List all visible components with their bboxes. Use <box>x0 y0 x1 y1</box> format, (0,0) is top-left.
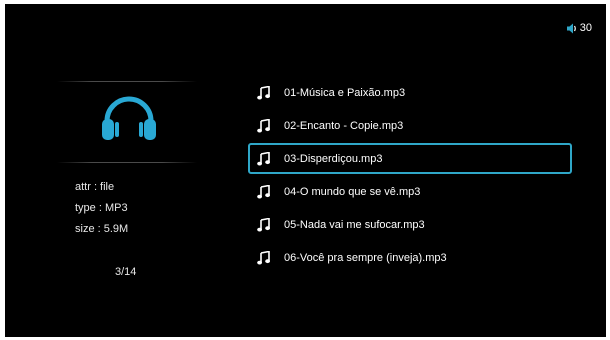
info-divider-bottom <box>57 162 197 163</box>
music-note-icon <box>257 250 270 264</box>
playlist-item-label: 06-Você pra sempre (inveja).mp3 <box>284 251 447 264</box>
headphones-icon <box>102 96 156 140</box>
playlist: 01-Música e Paixão.mp3 02-Encanto - Copi… <box>248 76 572 274</box>
playlist-item[interactable]: 01-Música e Paixão.mp3 <box>248 76 572 109</box>
file-size: size : 5.9M <box>75 223 129 235</box>
playlist-item[interactable]: 04-O mundo que se vê.mp3 <box>248 175 572 208</box>
playlist-item[interactable]: 06-Você pra sempre (inveja).mp3 <box>248 241 572 274</box>
playlist-item-label: 05-Nada vai me sufocar.mp3 <box>284 218 425 231</box>
music-note-icon <box>257 151 270 165</box>
playlist-item[interactable]: 02-Encanto - Copie.mp3 <box>248 109 572 142</box>
playlist-item-selected[interactable]: 03-Disperdiçou.mp3 <box>248 143 572 174</box>
info-divider-top <box>57 81 197 82</box>
volume-indicator: 30 <box>566 22 592 34</box>
file-info-panel: attr : file type : MP3 size : 5.9M <box>75 177 128 240</box>
music-note-icon <box>257 85 270 99</box>
playlist-item-label: 01-Música e Paixão.mp3 <box>284 86 406 99</box>
file-attr: attr : file <box>75 181 115 193</box>
media-player-screen: 30 attr : file type : MP3 size : 5.9M 3/… <box>5 4 606 337</box>
page-indicator: 3/14 <box>115 266 137 278</box>
playlist-item-label: 04-O mundo que se vê.mp3 <box>284 185 421 198</box>
playlist-item-label: 03-Disperdiçou.mp3 <box>284 152 383 165</box>
speaker-icon <box>566 23 576 33</box>
music-note-icon <box>257 118 270 132</box>
music-note-icon <box>257 217 270 231</box>
file-type: type : MP3 <box>75 202 128 214</box>
playlist-item-label: 02-Encanto - Copie.mp3 <box>284 119 404 132</box>
playlist-item[interactable]: 05-Nada vai me sufocar.mp3 <box>248 208 572 241</box>
volume-level: 30 <box>579 22 592 34</box>
music-note-icon <box>257 184 270 198</box>
